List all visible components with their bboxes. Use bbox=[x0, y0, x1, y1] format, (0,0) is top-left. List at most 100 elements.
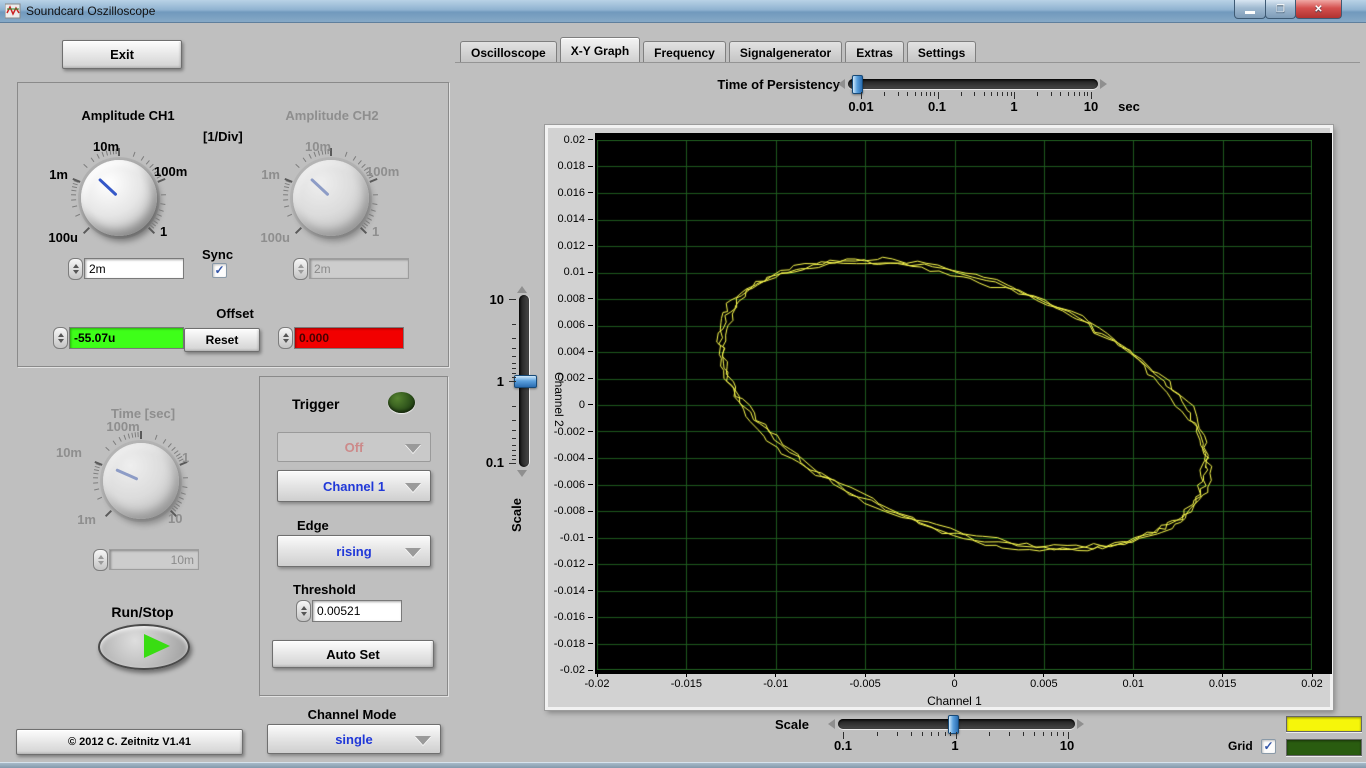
spin-up-icon[interactable] bbox=[57, 333, 64, 337]
knob-label-10m: 10m bbox=[304, 139, 332, 154]
knob-label-1m: 1m bbox=[49, 167, 68, 182]
amplitude-ch1-spinner[interactable] bbox=[68, 258, 83, 280]
close-button[interactable]: ✕ bbox=[1295, 0, 1342, 19]
knob-face[interactable] bbox=[81, 160, 157, 236]
slider-tick bbox=[934, 92, 936, 96]
knob-face[interactable] bbox=[103, 443, 179, 519]
taskbar-edge[interactable] bbox=[0, 762, 1366, 768]
spin-down-icon[interactable] bbox=[57, 339, 64, 343]
knob-tick bbox=[178, 496, 184, 500]
slider-left-arrow-icon[interactable] bbox=[828, 719, 835, 729]
exit-button[interactable]: Exit bbox=[62, 40, 182, 69]
tab[interactable]: Oscilloscope bbox=[460, 41, 557, 63]
slider-tick bbox=[512, 348, 516, 350]
run-stop-button[interactable] bbox=[98, 624, 190, 670]
persistency-unit-label: sec bbox=[1118, 99, 1140, 114]
spin-up-icon[interactable] bbox=[97, 555, 104, 559]
knob-tick bbox=[287, 213, 293, 217]
spin-up-icon[interactable] bbox=[297, 264, 304, 268]
persistency-slider-track[interactable] bbox=[848, 79, 1098, 89]
trigger-mode-dropdown[interactable]: Off bbox=[277, 432, 431, 462]
tab[interactable]: Extras bbox=[845, 41, 904, 63]
slider-right-arrow-icon[interactable] bbox=[1100, 79, 1107, 89]
slider-tick bbox=[1067, 92, 1069, 96]
scale-up-arrow-icon[interactable] bbox=[517, 286, 527, 293]
knob-tick bbox=[140, 156, 145, 161]
slider-tick bbox=[944, 732, 946, 736]
knob-face[interactable] bbox=[293, 160, 369, 236]
knob-tick bbox=[127, 433, 131, 439]
y-scale-title: Scale bbox=[509, 498, 524, 532]
threshold-spinner[interactable] bbox=[296, 600, 311, 622]
channel-mode-value: single bbox=[335, 731, 373, 747]
grid-color-swatch[interactable] bbox=[1286, 739, 1362, 756]
spin-up-icon[interactable] bbox=[300, 606, 307, 610]
knob-tick bbox=[132, 151, 136, 157]
threshold-input[interactable]: 0.00521 bbox=[312, 600, 402, 622]
knob-tick bbox=[105, 446, 110, 451]
tab[interactable]: X-Y Graph bbox=[559, 37, 641, 63]
restore-button[interactable]: ❐ bbox=[1265, 0, 1296, 19]
title-bar[interactable]: Soundcard Oszilloscope ❐ ✕ bbox=[0, 0, 1366, 23]
knob-tick bbox=[294, 226, 303, 235]
spin-down-icon[interactable] bbox=[97, 561, 104, 565]
offset-ch2-value[interactable]: 0.000 bbox=[294, 327, 404, 349]
knob-tick bbox=[158, 209, 164, 212]
time-knob[interactable]: 100m 1 10 1m 10m bbox=[56, 418, 232, 538]
slider-tick bbox=[512, 362, 516, 364]
knob-tick bbox=[72, 205, 78, 208]
slider-tick bbox=[1006, 92, 1008, 96]
amplitude-ch2-spinner[interactable] bbox=[293, 258, 308, 280]
time-spinner[interactable] bbox=[93, 549, 108, 571]
knob-tick bbox=[171, 446, 176, 451]
x-axis-tick-labels: -0.02 -0.015 -0.01 -0.005 0 0.005 0.01 0.015 0.0… bbox=[572, 673, 1337, 690]
knob-tick bbox=[71, 186, 78, 189]
tab[interactable]: Signalgenerator bbox=[728, 41, 843, 63]
slider-tick bbox=[512, 338, 516, 340]
amplitude-ch1-value[interactable]: 2m bbox=[84, 258, 184, 279]
slider-right-arrow-icon[interactable] bbox=[1077, 719, 1084, 729]
slider-tick bbox=[1050, 92, 1052, 96]
knob-tick bbox=[94, 465, 100, 469]
amplitude-ch1-knob[interactable]: 10m 100m 1 100u 1m bbox=[46, 136, 210, 256]
knob-tick bbox=[177, 500, 182, 504]
tab[interactable]: Frequency bbox=[643, 41, 726, 63]
spin-down-icon[interactable] bbox=[300, 612, 307, 616]
trigger-edge-dropdown[interactable]: rising bbox=[277, 535, 431, 567]
spin-down-icon[interactable] bbox=[297, 270, 304, 274]
slider-tick bbox=[884, 92, 886, 96]
tab-bar: Oscilloscope X-Y Graph Frequency Signalgene… bbox=[460, 37, 977, 63]
offset-ch1-value[interactable]: -55.07u bbox=[69, 327, 184, 349]
y-axis-tick-label: -0.008 bbox=[545, 505, 593, 518]
amplitude-ch2-knob[interactable]: 10m 100m 1 100u 1m bbox=[258, 136, 422, 256]
copyright-button[interactable]: © 2012 C. Zeitnitz V1.41 bbox=[16, 729, 243, 755]
channel-mode-label: Channel Mode bbox=[307, 707, 397, 722]
knob-label-1m: 1m bbox=[77, 512, 96, 527]
trigger-source-dropdown[interactable]: Channel 1 bbox=[277, 470, 431, 502]
tab[interactable]: Settings bbox=[906, 41, 977, 63]
spin-down-icon[interactable] bbox=[282, 339, 289, 343]
minimize-button[interactable] bbox=[1234, 0, 1266, 19]
knob-tick bbox=[93, 477, 99, 479]
spin-down-icon[interactable] bbox=[72, 270, 79, 274]
offset-reset-button[interactable]: Reset bbox=[184, 328, 260, 352]
dropdown-arrow-icon bbox=[415, 736, 431, 745]
channel-mode-dropdown[interactable]: single bbox=[267, 724, 441, 754]
offset-ch1-spinner[interactable] bbox=[53, 327, 68, 349]
trigger-led-indicator bbox=[388, 392, 415, 413]
slider-tick bbox=[512, 420, 516, 422]
edge-label: Edge bbox=[297, 518, 329, 533]
slider-left-arrow-icon[interactable] bbox=[838, 79, 845, 89]
amplitude-ch2-value: 2m bbox=[309, 258, 409, 279]
offset-ch2-spinner[interactable] bbox=[278, 327, 293, 349]
trace-color-swatch[interactable] bbox=[1286, 716, 1362, 732]
auto-set-button[interactable]: Auto Set bbox=[272, 640, 434, 668]
knob-tick bbox=[283, 189, 289, 192]
grid-checkbox[interactable] bbox=[1261, 739, 1276, 754]
y-scale-slider-thumb[interactable] bbox=[514, 375, 537, 388]
sync-checkbox[interactable] bbox=[212, 263, 227, 278]
knob-tick bbox=[83, 163, 88, 168]
grid-label: Grid bbox=[1228, 739, 1253, 753]
spin-up-icon[interactable] bbox=[282, 333, 289, 337]
spin-up-icon[interactable] bbox=[72, 264, 79, 268]
